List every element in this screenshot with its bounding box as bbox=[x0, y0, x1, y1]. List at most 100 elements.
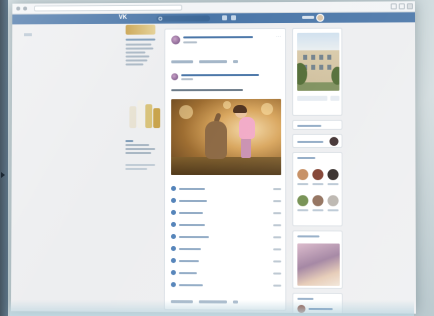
poll-option[interactable] bbox=[171, 185, 282, 192]
poll-option-label bbox=[178, 260, 199, 263]
gifts-label bbox=[297, 124, 322, 127]
window-shape bbox=[319, 54, 324, 60]
photo-ground bbox=[171, 157, 282, 176]
ad-product-image[interactable] bbox=[127, 94, 161, 134]
ad-banner[interactable] bbox=[125, 24, 156, 35]
repost-source-name[interactable] bbox=[181, 73, 260, 77]
ad-title[interactable] bbox=[125, 140, 134, 143]
search-input[interactable] bbox=[156, 15, 211, 22]
poll-option[interactable] bbox=[170, 233, 282, 240]
poll-option-icon bbox=[171, 185, 177, 191]
friends-title[interactable] bbox=[297, 157, 316, 160]
photo-thumbnail[interactable] bbox=[297, 243, 340, 286]
monitor-left-edge bbox=[0, 0, 8, 316]
subscriptions-block[interactable] bbox=[292, 133, 343, 148]
ad-title[interactable] bbox=[125, 38, 156, 41]
message-button[interactable] bbox=[297, 95, 328, 101]
like-button[interactable] bbox=[171, 60, 194, 64]
friend-avatar[interactable] bbox=[312, 195, 324, 207]
bottle-image bbox=[153, 108, 161, 129]
friend-name[interactable] bbox=[297, 209, 309, 212]
poll-option[interactable] bbox=[170, 281, 282, 289]
ad-text-line bbox=[125, 63, 144, 66]
maximize-button[interactable] bbox=[398, 3, 405, 10]
child-hair bbox=[233, 104, 248, 114]
gifts-block[interactable] bbox=[292, 119, 343, 130]
post-text bbox=[171, 89, 244, 92]
photos-block bbox=[292, 230, 343, 289]
music-icon[interactable] bbox=[231, 15, 237, 21]
ad-text-line bbox=[125, 43, 152, 46]
friend-name[interactable] bbox=[327, 209, 339, 212]
site-header: VK bbox=[12, 12, 416, 25]
window-shape bbox=[327, 54, 332, 60]
poll-option-icon bbox=[171, 209, 177, 215]
friend-name[interactable] bbox=[312, 183, 324, 186]
more-button[interactable] bbox=[330, 95, 340, 101]
bokeh-light bbox=[179, 105, 194, 120]
footer-links[interactable] bbox=[125, 167, 148, 170]
poll-option-count bbox=[273, 248, 282, 251]
repost-date bbox=[181, 78, 194, 81]
poll-option[interactable] bbox=[171, 209, 282, 216]
post-author[interactable] bbox=[183, 36, 254, 39]
share-icon[interactable] bbox=[233, 60, 239, 64]
forward-icon[interactable] bbox=[23, 6, 28, 11]
poll-option-icon bbox=[170, 270, 176, 276]
poll-option-count bbox=[273, 224, 282, 227]
source-avatar[interactable] bbox=[171, 73, 179, 81]
friend-name[interactable] bbox=[297, 183, 309, 186]
window-shape bbox=[303, 54, 308, 60]
cursor-arrow-icon bbox=[1, 172, 5, 178]
poll-option[interactable] bbox=[170, 257, 282, 264]
post-header: ⋯ bbox=[171, 34, 281, 47]
subscriptions-label bbox=[297, 140, 324, 143]
post-date[interactable] bbox=[183, 41, 198, 44]
poll-option[interactable] bbox=[171, 197, 282, 204]
poll-option[interactable] bbox=[170, 269, 282, 277]
kangaroo-figure bbox=[205, 121, 228, 160]
group-avatar[interactable] bbox=[171, 35, 181, 45]
poll-option-icon bbox=[170, 258, 176, 264]
comment-button[interactable] bbox=[199, 60, 228, 64]
poll-option-icon bbox=[171, 197, 177, 203]
poll-option[interactable] bbox=[170, 245, 282, 252]
address-bar[interactable] bbox=[33, 4, 183, 12]
poll-option-count bbox=[273, 188, 282, 191]
ad-text-line bbox=[125, 144, 150, 147]
child-shirt bbox=[239, 116, 256, 139]
post-menu-icon[interactable]: ⋯ bbox=[276, 34, 281, 40]
friend-name[interactable] bbox=[327, 183, 339, 186]
friend-avatar[interactable] bbox=[327, 169, 339, 181]
photos-title[interactable] bbox=[297, 235, 320, 238]
poll-option-label bbox=[179, 187, 205, 191]
profile-photo-block bbox=[292, 27, 343, 116]
ad-text-line bbox=[125, 51, 146, 54]
vk-logo[interactable]: VK bbox=[119, 15, 129, 22]
avatar bbox=[316, 13, 325, 22]
notifications-icon[interactable] bbox=[222, 15, 228, 21]
friend-avatar[interactable] bbox=[297, 195, 309, 207]
poll-option-label bbox=[178, 284, 203, 287]
friend-name[interactable] bbox=[312, 209, 324, 212]
post-photo[interactable] bbox=[171, 98, 282, 176]
footer-links[interactable] bbox=[125, 163, 156, 166]
friend-avatar[interactable] bbox=[312, 169, 324, 181]
left-menu[interactable] bbox=[24, 33, 32, 37]
friend-avatar[interactable] bbox=[297, 169, 309, 181]
close-button[interactable] bbox=[406, 3, 413, 10]
poll-option-count bbox=[273, 200, 282, 203]
browser-window: VK ⋯ bbox=[10, 1, 416, 314]
friend-avatar[interactable] bbox=[327, 195, 339, 207]
poll-option-icon bbox=[170, 245, 176, 252]
poll-option-count bbox=[273, 260, 282, 263]
repost-actions bbox=[171, 59, 281, 65]
minimize-button[interactable] bbox=[390, 3, 397, 10]
user-name bbox=[302, 15, 315, 19]
user-menu[interactable] bbox=[302, 13, 325, 22]
back-icon[interactable] bbox=[16, 6, 21, 11]
poll-option[interactable] bbox=[170, 221, 282, 228]
poll-option-label bbox=[179, 199, 207, 203]
profile-photo[interactable] bbox=[297, 32, 340, 91]
window-shape bbox=[311, 64, 316, 70]
